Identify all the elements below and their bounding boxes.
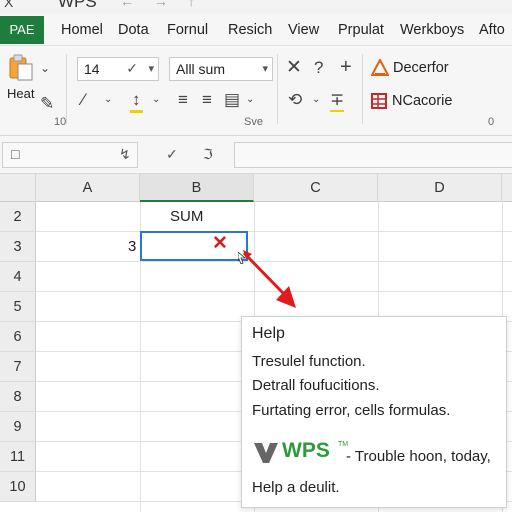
dropdown-icon[interactable]: ⌄ bbox=[312, 90, 320, 110]
confirm-icon[interactable]: ✓ bbox=[166, 146, 178, 163]
name-box[interactable]: □ ↯ bbox=[2, 142, 138, 168]
ribbon-separator bbox=[362, 54, 363, 124]
help-panel: Help Tresulel function. Detrall foufucit… bbox=[241, 316, 507, 508]
align-left-icon[interactable]: ≡ bbox=[178, 90, 188, 110]
row-header[interactable]: 2 bbox=[0, 202, 36, 232]
fill-icon[interactable]: ∓ bbox=[330, 90, 345, 112]
row-header[interactable]: 8 bbox=[0, 382, 36, 412]
check-icon: ✓ bbox=[126, 60, 138, 76]
decerfor-button[interactable]: Decerfor bbox=[393, 60, 449, 76]
row-header[interactable]: 7 bbox=[0, 352, 36, 382]
help-icon[interactable]: ? bbox=[314, 58, 323, 78]
ribbon: Heat ⌄ ✎ 14 ✓ ▾ Alll sum ▾ ⁄ ⌄ ↕ ⌄ ≡ ≡ ▤… bbox=[0, 46, 512, 136]
format-painter-icon[interactable]: ✎ bbox=[40, 94, 54, 114]
row-header[interactable]: 3 bbox=[0, 232, 36, 262]
formula-bar: □ ↯ ✓ ℑ bbox=[0, 136, 512, 174]
font-size-value: 14 bbox=[84, 61, 100, 77]
highlight-icon[interactable]: ↕ bbox=[130, 90, 143, 113]
help-line[interactable]: Tresulel function. bbox=[252, 353, 366, 370]
grid-line bbox=[36, 231, 512, 232]
row-header[interactable]: 4 bbox=[0, 262, 36, 292]
troubleshoot-text[interactable]: - Trouble hoon, today, bbox=[346, 448, 491, 465]
column-header-b[interactable]: B bbox=[140, 174, 254, 202]
row-header[interactable]: 9 bbox=[0, 412, 36, 442]
font-name-value: Alll sum bbox=[176, 61, 226, 77]
app-icon: X bbox=[4, 0, 14, 10]
dropdown-icon[interactable]: ⌄ bbox=[152, 90, 160, 110]
row-header[interactable]: 6 bbox=[0, 322, 36, 352]
grid-line bbox=[36, 261, 512, 262]
warning-icon bbox=[370, 57, 390, 77]
wps-trademark: TM bbox=[338, 441, 349, 448]
group-label-font: Sve bbox=[244, 116, 263, 128]
dropdown-icon[interactable]: ⌄ bbox=[246, 90, 254, 110]
error-x-icon: ✕ bbox=[212, 233, 228, 254]
help-line[interactable]: Detrall foufucitions. bbox=[252, 377, 380, 394]
wps-brand: WPS bbox=[282, 439, 330, 462]
column-header-c[interactable]: C bbox=[254, 174, 378, 202]
help-line[interactable]: Furtating error, cells formulas. bbox=[252, 402, 450, 419]
cell-a3[interactable]: 3 bbox=[128, 238, 136, 255]
menu-populate[interactable]: Prpulat bbox=[338, 22, 384, 38]
wps-logo-icon bbox=[254, 443, 278, 465]
column-header-a[interactable]: A bbox=[36, 174, 140, 202]
dropdown-icon[interactable]: ⌄ bbox=[104, 90, 112, 110]
ribbon-separator bbox=[66, 54, 67, 124]
row-header[interactable]: 5 bbox=[0, 292, 36, 322]
title-bar: X WPS ← → ↑ bbox=[0, 0, 512, 14]
chevron-down-icon: ▾ bbox=[148, 63, 154, 75]
italic-icon[interactable]: ⁄ bbox=[82, 90, 85, 110]
help-footer[interactable]: Help a deulit. bbox=[252, 479, 340, 496]
group-label-clipboard: 10 bbox=[54, 116, 67, 128]
resize-handle-icon[interactable] bbox=[237, 251, 247, 265]
align-center-icon[interactable]: ≡ bbox=[202, 90, 212, 110]
nav-arrows-icon[interactable]: ← → ↑ bbox=[120, 0, 203, 9]
selected-cell-b3[interactable]: ✕ bbox=[140, 231, 248, 261]
group-label-actions: 0 bbox=[488, 116, 495, 128]
wrap-text-icon[interactable]: ▤ bbox=[224, 90, 240, 110]
menu-workbooks[interactable]: Werkboys bbox=[400, 22, 464, 38]
font-size-select[interactable]: 14 ✓ ▾ bbox=[77, 57, 159, 81]
row-header[interactable]: 10 bbox=[0, 472, 36, 502]
help-title: Help bbox=[252, 325, 285, 342]
ncacorie-button[interactable]: NCacorie bbox=[392, 93, 452, 109]
square-icon: □ bbox=[11, 146, 20, 162]
insert-function-icon[interactable]: ℑ bbox=[203, 146, 213, 163]
formula-input[interactable] bbox=[234, 142, 512, 168]
paste-dropdown-icon[interactable]: ⌄ bbox=[40, 58, 50, 78]
table-icon bbox=[371, 93, 387, 109]
file-tab[interactable]: PAE bbox=[0, 16, 44, 44]
paste-icon[interactable] bbox=[8, 54, 34, 82]
add-icon[interactable]: + bbox=[340, 57, 352, 77]
menu-auto[interactable]: Afto bbox=[479, 22, 505, 38]
grid-line bbox=[36, 291, 512, 292]
chevron-icon[interactable]: ↯ bbox=[119, 146, 131, 163]
column-header-d[interactable]: D bbox=[378, 174, 502, 202]
menu-research[interactable]: Resich bbox=[228, 22, 272, 38]
ribbon-separator bbox=[277, 54, 278, 124]
close-icon[interactable]: ✕ bbox=[286, 58, 302, 78]
heat-label: Heat bbox=[7, 86, 35, 101]
chevron-down-icon: ▾ bbox=[262, 63, 268, 75]
cell-b2[interactable]: SUM bbox=[170, 208, 203, 225]
font-name-select[interactable]: Alll sum ▾ bbox=[169, 57, 273, 81]
document-title: WPS bbox=[58, 0, 97, 11]
menu-home[interactable]: Homel bbox=[61, 22, 103, 38]
menu-formulas[interactable]: Fornul bbox=[167, 22, 208, 38]
column-header-row: A B C D bbox=[0, 174, 512, 202]
menu-data[interactable]: Dota bbox=[118, 22, 149, 38]
menu-view[interactable]: View bbox=[288, 22, 319, 38]
menu-bar: PAE Homel Dota Fornul Resich View Prpula… bbox=[0, 14, 512, 46]
select-all-corner[interactable] bbox=[0, 174, 36, 202]
clear-icon[interactable]: ⟲ bbox=[288, 90, 302, 110]
row-header[interactable]: 11 bbox=[0, 442, 36, 472]
